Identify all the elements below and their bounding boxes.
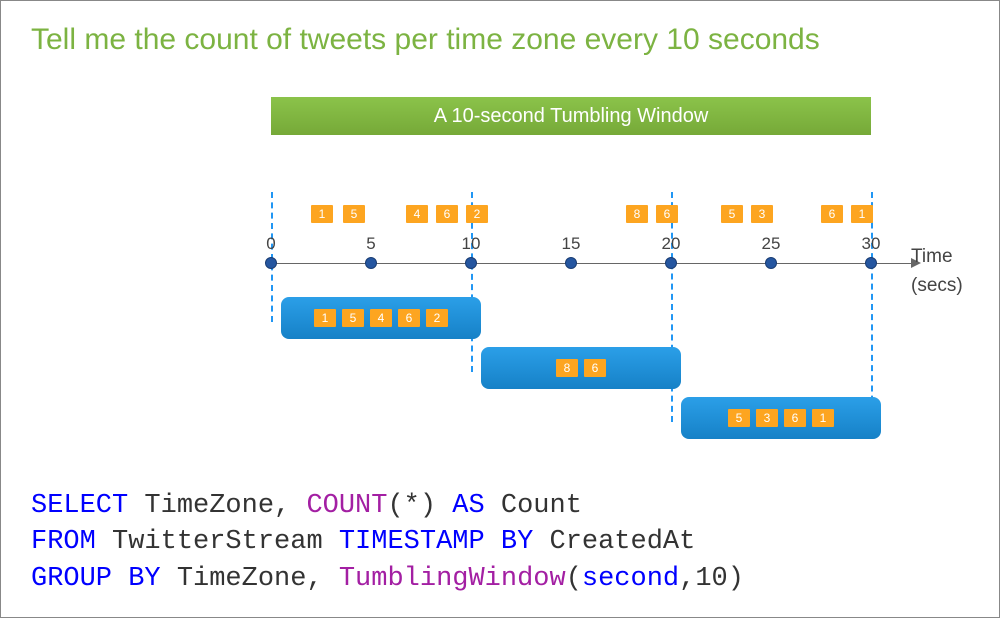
event-box: 5	[721, 205, 743, 223]
window-event: 8	[556, 359, 578, 377]
event-box: 6	[436, 205, 458, 223]
event-box: 2	[466, 205, 488, 223]
timeline-tick	[365, 257, 377, 269]
tick-label: 30	[862, 234, 881, 254]
sql-line-1: SELECT TimeZone, COUNT(*) AS Count	[31, 488, 744, 524]
window-event: 2	[426, 309, 448, 327]
sql-text: TimeZone,	[128, 491, 306, 521]
axis-label: Time	[911, 246, 953, 268]
window-box: 86	[481, 347, 681, 389]
sql-text: Count	[485, 491, 582, 521]
window-event: 6	[398, 309, 420, 327]
window-event: 3	[756, 409, 778, 427]
axis-unit: (secs)	[911, 275, 963, 297]
sql-block: SELECT TimeZone, COUNT(*) AS Count FROM …	[31, 488, 744, 597]
timeline-tick	[465, 257, 477, 269]
sql-text: ,10)	[679, 564, 744, 594]
window-box: 15462	[281, 297, 481, 339]
tick-label: 5	[366, 234, 375, 254]
window-event: 1	[314, 309, 336, 327]
sql-text: TwitterStream	[96, 527, 339, 557]
window-event: 4	[370, 309, 392, 327]
diagram-area: A 10-second Tumbling Window 15462865361 …	[271, 97, 971, 447]
tick-label: 20	[662, 234, 681, 254]
event-box: 8	[626, 205, 648, 223]
timeline: 051015202530	[271, 262, 931, 264]
sql-line-2: FROM TwitterStream TIMESTAMP BY CreatedA…	[31, 524, 744, 560]
kw-count: COUNT	[306, 491, 387, 521]
tick-label: 10	[462, 234, 481, 254]
event-box: 6	[656, 205, 678, 223]
window-event: 6	[784, 409, 806, 427]
kw-as: AS	[452, 491, 484, 521]
sql-text: (	[566, 564, 582, 594]
kw-from: FROM	[31, 527, 96, 557]
timeline-tick	[765, 257, 777, 269]
kw-group-by: GROUP BY	[31, 564, 161, 594]
timeline-tick	[665, 257, 677, 269]
timeline-tick	[265, 257, 277, 269]
tick-label: 15	[562, 234, 581, 254]
sql-line-3: GROUP BY TimeZone, TumblingWindow(second…	[31, 561, 744, 597]
kw-timestamp-by: TIMESTAMP BY	[339, 527, 533, 557]
event-box: 1	[311, 205, 333, 223]
fn-tumblingwindow: TumblingWindow	[339, 564, 566, 594]
event-box: 4	[406, 205, 428, 223]
tick-label: 25	[762, 234, 781, 254]
sql-text: (*)	[387, 491, 452, 521]
timeline-tick	[865, 257, 877, 269]
timeline-tick	[565, 257, 577, 269]
window-box: 5361	[681, 397, 881, 439]
event-box: 5	[343, 205, 365, 223]
event-box: 6	[821, 205, 843, 223]
kw-second: second	[582, 564, 679, 594]
sql-text: TimeZone,	[161, 564, 339, 594]
page-title: Tell me the count of tweets per time zon…	[1, 1, 999, 67]
tick-label: 0	[266, 234, 275, 254]
sql-text: CreatedAt	[533, 527, 695, 557]
window-event: 5	[728, 409, 750, 427]
window-event: 1	[812, 409, 834, 427]
dash-line	[871, 192, 873, 422]
event-box: 1	[851, 205, 873, 223]
window-event: 5	[342, 309, 364, 327]
kw-select: SELECT	[31, 491, 128, 521]
event-box: 3	[751, 205, 773, 223]
window-banner: A 10-second Tumbling Window	[271, 97, 871, 135]
window-event: 6	[584, 359, 606, 377]
